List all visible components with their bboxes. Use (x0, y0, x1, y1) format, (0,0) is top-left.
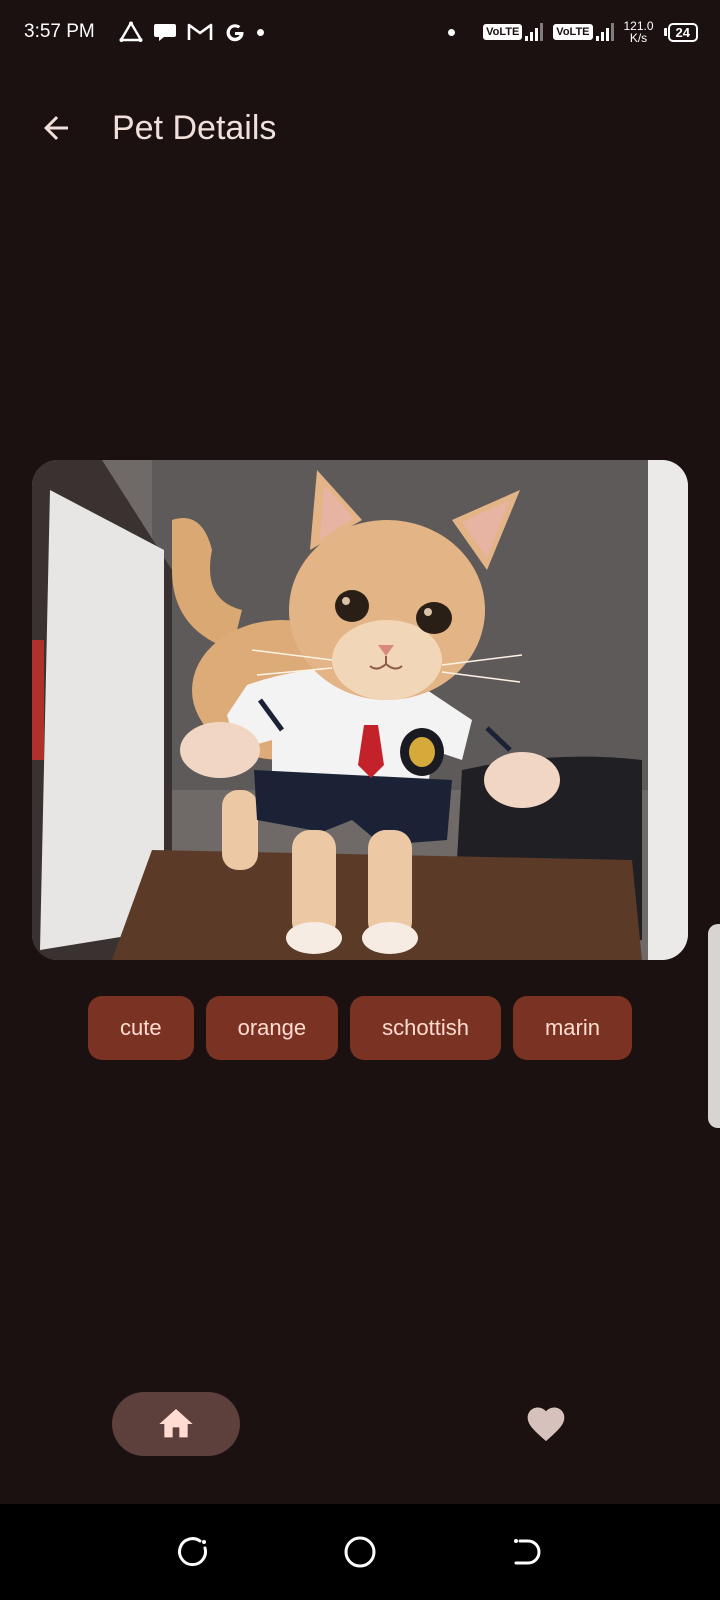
arrow-back-icon (44, 116, 68, 140)
nav-home-button[interactable] (112, 1392, 240, 1456)
circle-home-icon (344, 1536, 376, 1568)
back-system-icon (513, 1539, 541, 1565)
status-time: 3:57 PM (24, 21, 95, 42)
volte-badge: VoLTE (483, 24, 523, 40)
tag-chip[interactable]: schottish (350, 996, 501, 1060)
page-title: Pet Details (112, 108, 277, 147)
google-icon (223, 20, 247, 44)
volte-badge: VoLTE (553, 24, 593, 40)
back-system-button[interactable] (503, 1528, 551, 1576)
recents-icon (178, 1537, 208, 1567)
system-navigation-bar (0, 1504, 720, 1600)
chat-icon (153, 21, 177, 43)
pet-details-screen: 3:57 PM VoLTE VoLTE 121.0 K/s 24 Pet Det… (0, 0, 720, 1600)
status-bar: 3:57 PM VoLTE VoLTE 121.0 K/s 24 (0, 0, 720, 64)
recents-button[interactable] (169, 1528, 217, 1576)
tag-chip[interactable]: cute (88, 996, 194, 1060)
notification-dot-icon (256, 28, 264, 36)
bottom-navigation (0, 1380, 720, 1500)
gmail-icon (187, 22, 213, 42)
tag-chip[interactable]: marin (512, 996, 632, 1060)
battery-nub (663, 28, 667, 36)
cat-photo-illustration (32, 460, 688, 960)
drive-icon (119, 21, 143, 43)
tag-chip[interactable]: orange (205, 996, 339, 1060)
battery-level: 24 (667, 22, 698, 42)
top-app-bar: Pet Details (0, 84, 720, 172)
network-speed-unit: K/s (629, 31, 648, 45)
battery-icon: 24 (663, 22, 698, 42)
tag-list: cute orange schottish marin (0, 996, 720, 1060)
privacy-dot-icon (448, 28, 456, 36)
signal-bars-icon (525, 23, 544, 41)
network-speed: 121.0 K/s (624, 20, 654, 44)
heart-icon (527, 1407, 565, 1442)
status-left: 3:57 PM (24, 20, 264, 44)
home-system-button[interactable] (336, 1528, 384, 1576)
status-right: VoLTE VoLTE 121.0 K/s 24 (448, 20, 698, 44)
nav-favorites-button[interactable] (514, 1392, 578, 1456)
edge-panel-handle[interactable] (708, 924, 720, 1128)
pet-photo (32, 460, 688, 960)
home-icon (159, 1409, 193, 1438)
signal-bars-icon (595, 23, 614, 41)
volte-signal-1: VoLTE (483, 23, 544, 41)
volte-signal-2: VoLTE (553, 23, 614, 41)
back-button[interactable] (28, 100, 84, 156)
